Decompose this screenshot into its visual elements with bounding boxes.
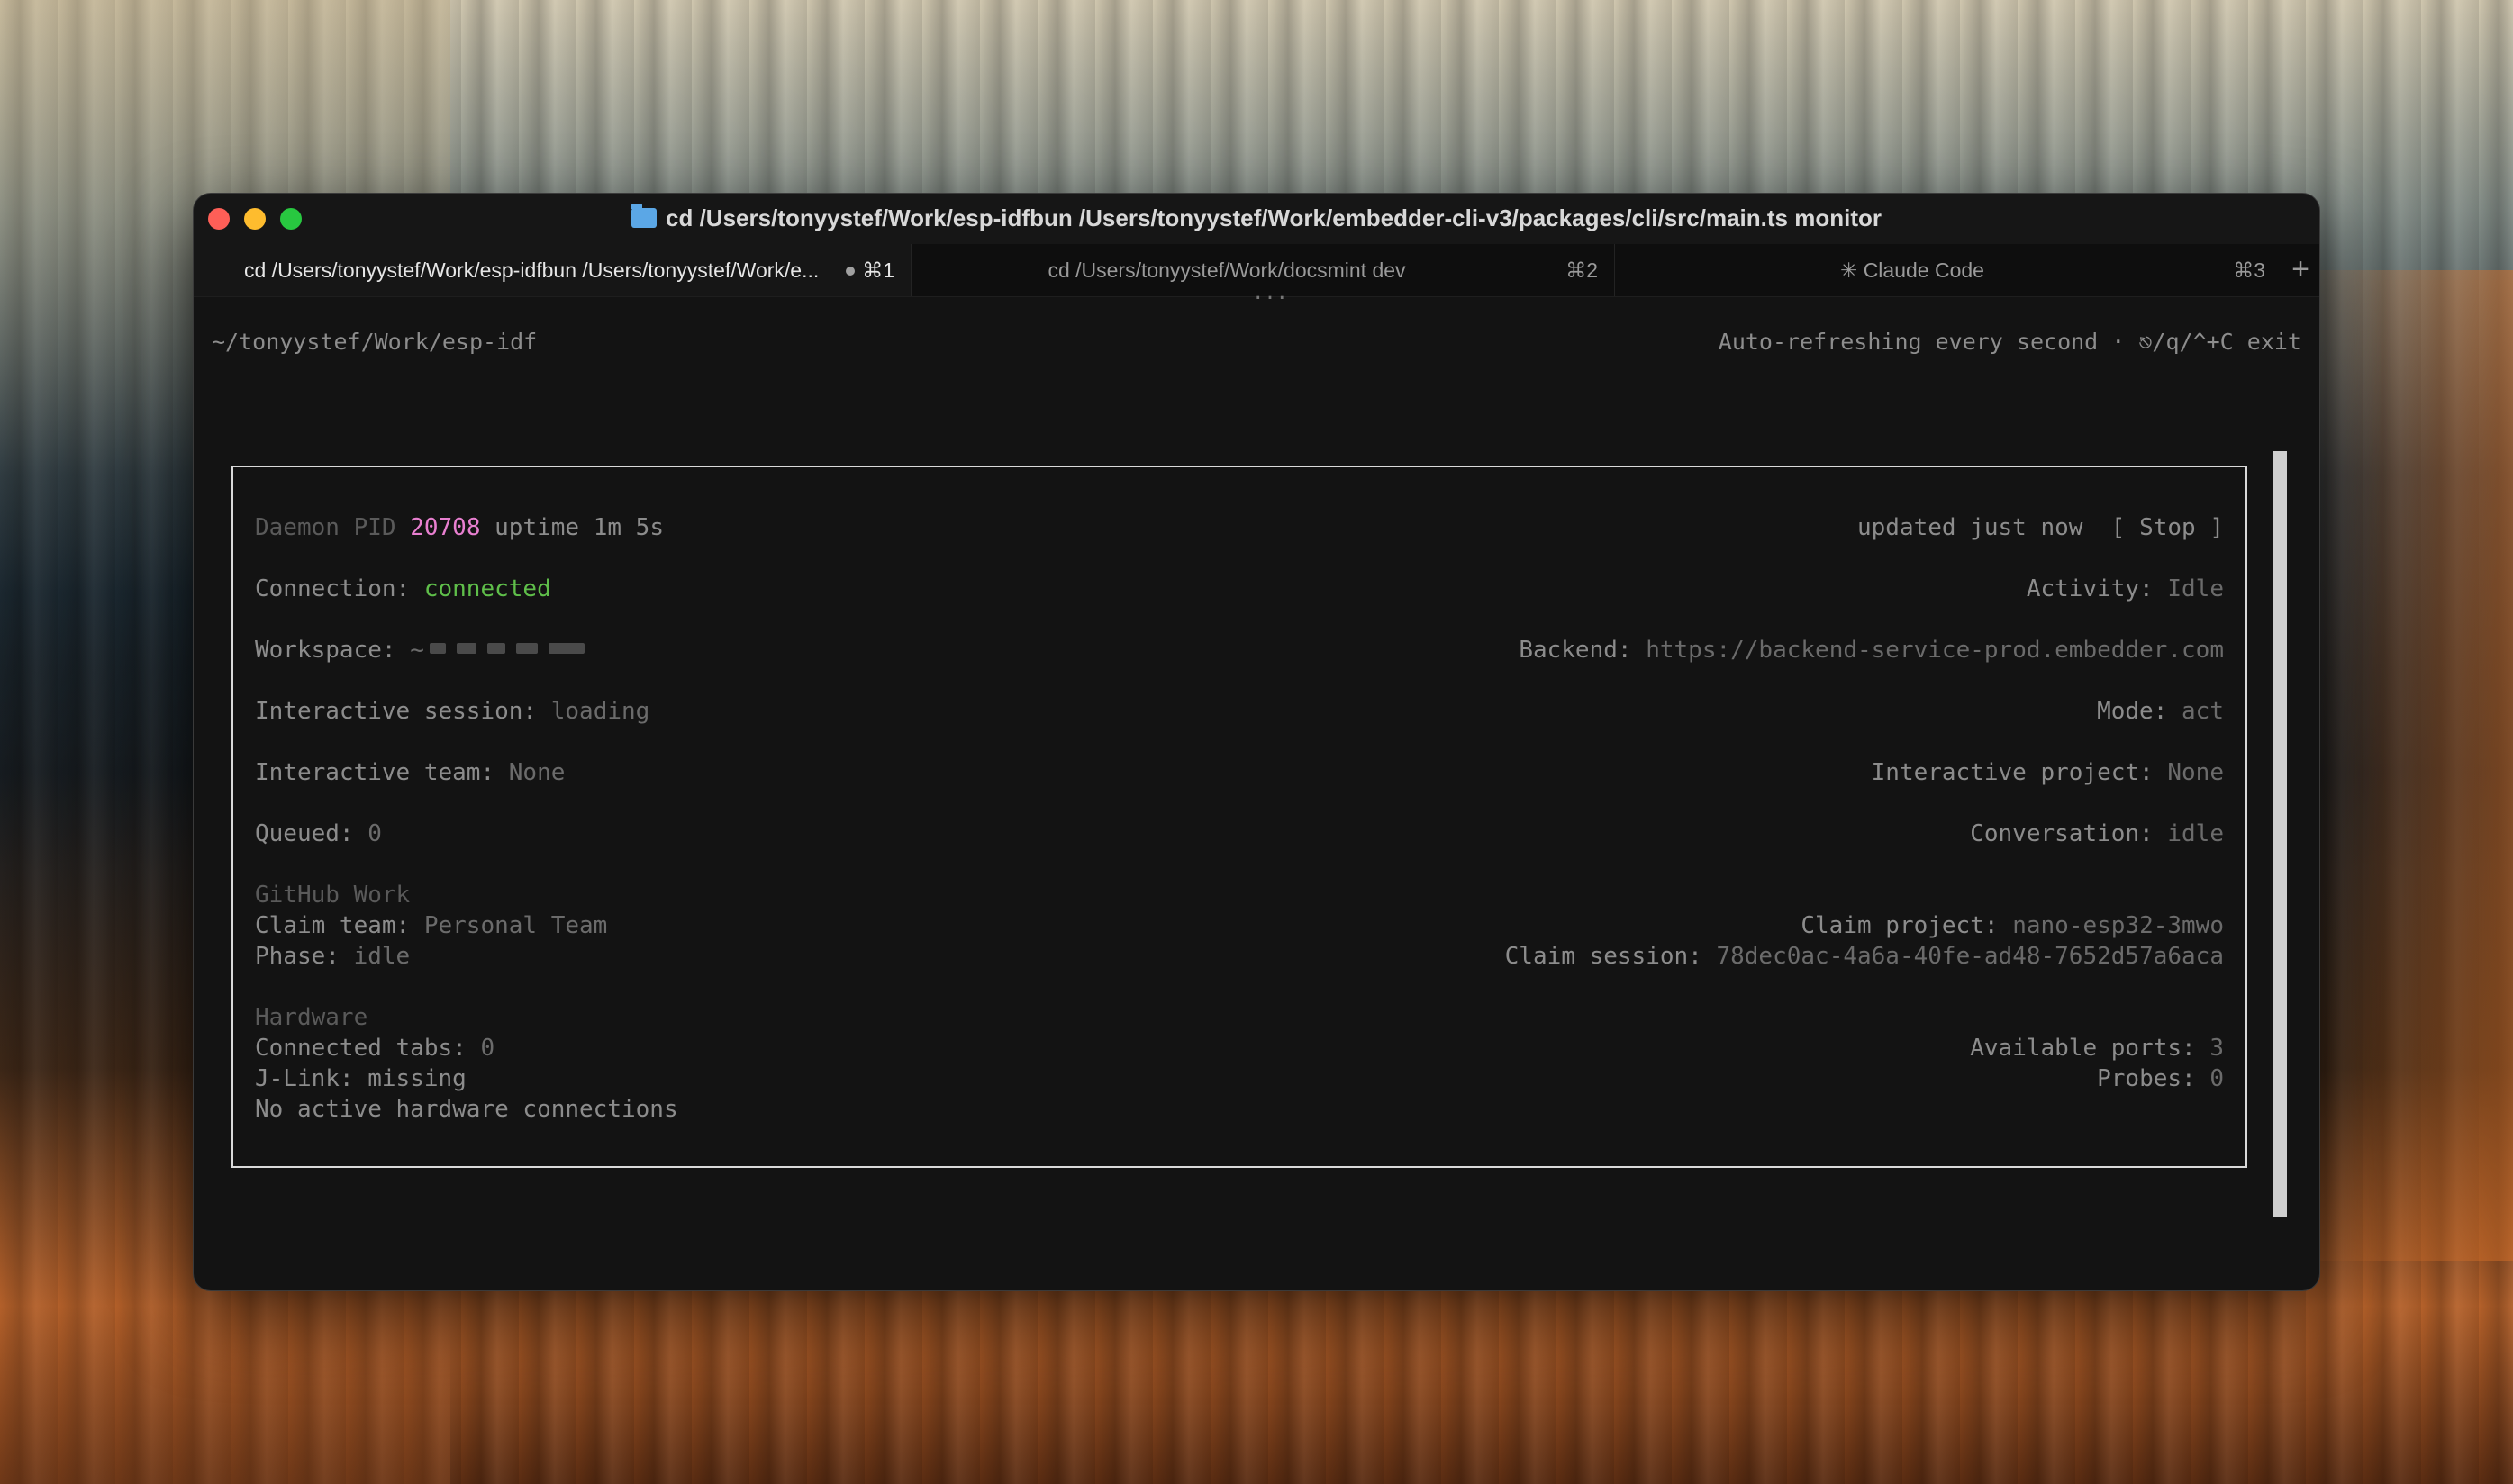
updated-status: updated just now — [1857, 514, 2083, 541]
stop-button[interactable]: [ Stop ] — [2111, 514, 2224, 541]
scrollbar[interactable] — [2273, 451, 2287, 1217]
conversation-label: Conversation: — [1970, 820, 2154, 847]
section-hardware: Hardware — [255, 1002, 2224, 1033]
connected-tabs-label: Connected tabs: — [255, 1035, 467, 1062]
available-ports-value: 3 — [2209, 1035, 2224, 1062]
row-no-hardware: No active hardware connections — [255, 1094, 2224, 1125]
interactive-session-value: loading — [550, 698, 650, 725]
claim-session-label: Claim session: — [1504, 943, 1702, 970]
row-jlink: J-Link: missing Probes: 0 — [255, 1063, 2224, 1094]
tab-overflow-indicator[interactable]: ... — [1247, 284, 1293, 303]
workspace-value: ~ — [410, 637, 424, 664]
redacted-block — [486, 643, 505, 654]
activity-value: Idle — [2167, 575, 2224, 602]
window-title-text: cd /Users/tonyystef/Work/esp-idfbun /Use… — [666, 204, 1882, 231]
activity-label: Activity: — [2026, 575, 2154, 602]
mode-value: act — [2182, 698, 2224, 725]
tab-3-shortcut: ⌘3 — [2233, 258, 2265, 282]
probes-value: 0 — [2209, 1065, 2224, 1092]
redacted-block — [515, 643, 538, 654]
row-phase: Phase: idle Claim session: 78dec0ac-4a6a… — [255, 941, 2224, 972]
claim-project-label: Claim project: — [1801, 912, 1999, 939]
workspace-label: Workspace: — [255, 637, 396, 664]
section-github-work: GitHub Work — [255, 880, 2224, 910]
unsaved-dot-icon — [846, 267, 856, 276]
folder-icon — [631, 204, 657, 228]
backend-value: https://backend-service-prod.embedder.co… — [1646, 637, 2224, 664]
no-hardware-message: No active hardware connections — [255, 1096, 678, 1123]
claim-session-value: 78dec0ac-4a6a-40fe-ad48-7652d57a6aca — [1716, 943, 2224, 970]
phase-value: idle — [353, 943, 411, 970]
tab-1-label: cd /Users/tonyystef/Work/esp-idfbun /Use… — [244, 258, 820, 282]
window-title: cd /Users/tonyystef/Work/esp-idfbun /Use… — [194, 204, 2319, 232]
connection-value: connected — [423, 575, 551, 602]
interactive-session-label: Interactive session: — [255, 698, 538, 725]
jlink-label: J-Link: — [255, 1065, 354, 1092]
queued-label: Queued: — [255, 820, 354, 847]
phase-label: Phase: — [255, 943, 340, 970]
redacted-block — [429, 643, 446, 654]
connected-tabs-value: 0 — [480, 1035, 495, 1062]
row-interactive-session: Interactive session: loading Mode: act — [255, 696, 2224, 727]
row-daemon: Daemon PID 20708 uptime 1m 5s updated ju… — [255, 512, 2224, 543]
claim-team-label: Claim team: — [255, 912, 411, 939]
daemon-label: Daemon PID — [255, 514, 396, 541]
available-ports-label: Available ports: — [1970, 1035, 2196, 1062]
row-interactive-team: Interactive team: None Interactive proje… — [255, 757, 2224, 788]
tab-1-shortcut: ⌘1 — [846, 244, 894, 296]
github-section-heading: GitHub Work — [255, 882, 411, 909]
conversation-value: idle — [2167, 820, 2224, 847]
tab-3[interactable]: ✳ Claude Code ⌘3 — [1615, 244, 2282, 296]
row-queued: Queued: 0 Conversation: idle — [255, 819, 2224, 849]
terminal-cwd: ~/tonyystef/Work/esp-idf — [212, 329, 538, 355]
jlink-value: missing — [367, 1065, 467, 1092]
new-tab-button[interactable]: + — [2282, 244, 2319, 296]
interactive-project-value: None — [2167, 759, 2224, 786]
probes-label: Probes: — [2097, 1065, 2196, 1092]
claim-project-value: nano-esp32-3mwo — [2012, 912, 2224, 939]
interactive-project-label: Interactive project: — [1871, 759, 2154, 786]
tab-3-label: ✳ Claude Code — [1840, 258, 1984, 282]
tab-2-shortcut: ⌘2 — [1565, 258, 1598, 282]
hardware-section-heading: Hardware — [255, 1004, 368, 1031]
daemon-pid: 20708 — [410, 514, 481, 541]
row-connection: Connection: connected Activity: Idle — [255, 574, 2224, 604]
row-claim-team: Claim team: Personal Team Claim project:… — [255, 910, 2224, 941]
row-connected-tabs: Connected tabs: 0 Available ports: 3 — [255, 1033, 2224, 1063]
tab-2-label: cd /Users/tonyystef/Work/docsmint dev — [1048, 258, 1406, 282]
terminal-window: cd /Users/tonyystef/Work/esp-idfbun /Use… — [193, 193, 2320, 1291]
uptime-value: 1m 5s — [593, 514, 664, 541]
redacted-block — [548, 643, 585, 654]
tab-1[interactable]: cd /Users/tonyystef/Work/esp-idfbun /Use… — [194, 244, 912, 296]
queued-value: 0 — [367, 820, 382, 847]
interactive-team-value: None — [508, 759, 566, 786]
refresh-note: Auto-refreshing every second · ⎋/q/^+C e… — [1718, 329, 2301, 355]
monitor-panel: Daemon PID 20708 uptime 1m 5s updated ju… — [231, 466, 2247, 1168]
interactive-team-label: Interactive team: — [255, 759, 495, 786]
backend-label: Backend: — [1519, 637, 1632, 664]
mode-label: Mode: — [2097, 698, 2168, 725]
connection-label: Connection: — [255, 575, 411, 602]
uptime-label: uptime — [494, 514, 580, 541]
row-workspace: Workspace: ~ Backend: https://backend-se… — [255, 635, 2224, 665]
redacted-block — [456, 643, 476, 654]
title-bar: cd /Users/tonyystef/Work/esp-idfbun /Use… — [194, 194, 2319, 244]
claim-team-value: Personal Team — [423, 912, 608, 939]
